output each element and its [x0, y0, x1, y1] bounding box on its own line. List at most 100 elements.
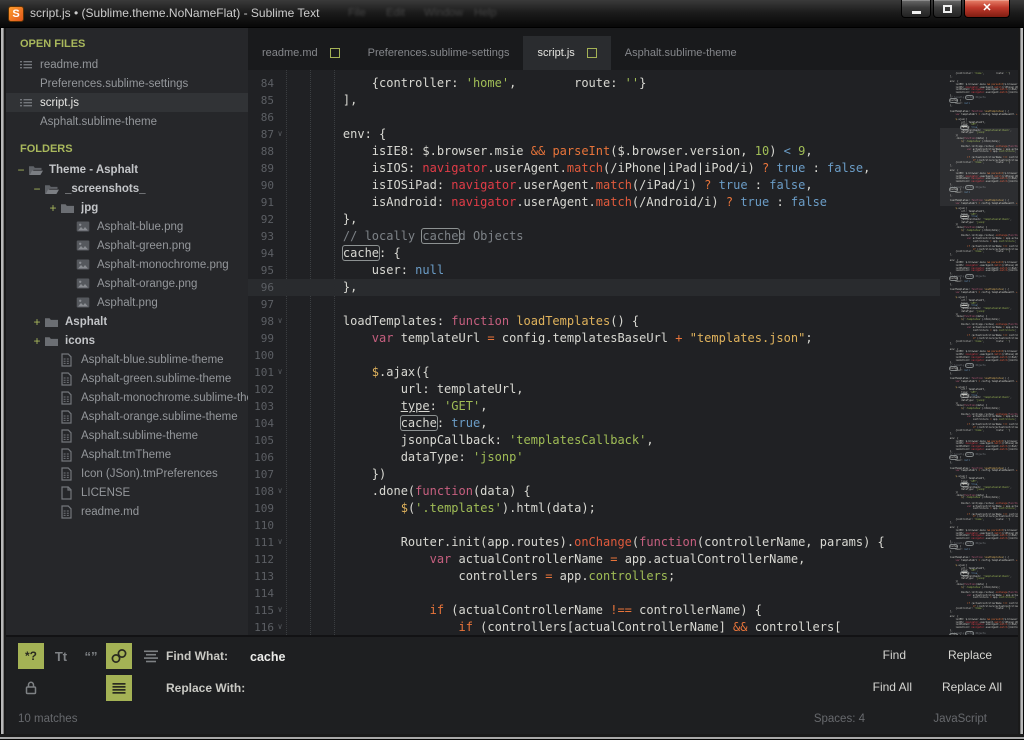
line-number: 94	[260, 247, 274, 260]
highlight-matches-toggle[interactable]	[138, 643, 164, 669]
tab-readme-md[interactable]: readme.md	[248, 36, 354, 70]
open-files-list: readme.md Preferences.sublime-settings scr…	[6, 55, 248, 131]
tree-file-item[interactable]: Asphalt-blue.sublime-theme	[6, 350, 248, 369]
tree-file-item[interactable]: Asphalt.tmTheme	[6, 445, 248, 464]
open-file-item[interactable]: Preferences.sublime-settings	[6, 74, 248, 93]
fold-arrow-icon[interactable]: ∨	[274, 534, 286, 551]
line-number: 91	[260, 196, 274, 209]
tree-file-item[interactable]: Asphalt-orange.png	[6, 274, 248, 293]
preserve-case-toggle[interactable]	[18, 675, 44, 701]
replace-button[interactable]: Replace	[948, 648, 992, 662]
dirty-indicator-icon	[329, 48, 340, 58]
tree-file-item[interactable]: Asphalt.sublime-theme	[6, 426, 248, 445]
code-line-86: 86	[248, 109, 940, 126]
maximize-button[interactable]	[933, 0, 962, 18]
tree-file-item[interactable]: Asphalt.png	[6, 293, 248, 312]
tab-label: script.js	[537, 47, 575, 59]
whole-word-toggle[interactable]: “”	[78, 643, 104, 669]
expand-icon[interactable]: +	[30, 334, 44, 348]
tree-folder-item[interactable]: + Asphalt	[6, 312, 248, 331]
tree-file-item[interactable]: readme.md	[6, 502, 248, 521]
tree-item-label: Asphalt-orange.sublime-theme	[81, 410, 238, 423]
highlight-matches-icon	[144, 650, 158, 662]
doc-icon	[60, 428, 76, 443]
in-selection-icon	[112, 682, 126, 694]
match-count: 10 matches	[18, 713, 78, 725]
tree-item-label: Asphalt-blue.sublime-theme	[81, 353, 224, 366]
find-button[interactable]: Find	[883, 648, 906, 662]
tree-file-item[interactable]: Asphalt-monochrome.png	[6, 255, 248, 274]
tree-file-item[interactable]: Icon (JSon).tmPreferences	[6, 464, 248, 483]
open-file-item[interactable]: script.js	[6, 93, 248, 112]
code-editor[interactable]: 84 {controller: 'home', route: ''} 85 ], 8…	[248, 70, 940, 635]
code-line-88: 88 isIE8: $.browser.msie && parseInt($.b…	[248, 143, 940, 160]
tree-folder-item[interactable]: − Theme - Asphalt	[6, 160, 248, 179]
tree-folder-item[interactable]: + icons	[6, 331, 248, 350]
find-input[interactable]: cache	[242, 646, 802, 668]
image-icon	[76, 220, 92, 233]
tree-item-label: Asphalt-orange.png	[97, 277, 198, 290]
code-line-92: 92 },	[248, 211, 940, 228]
collapse-icon[interactable]: −	[14, 163, 28, 177]
doc-icon	[60, 466, 76, 481]
code-line-104: 104 cache: true,	[248, 415, 940, 432]
tree-file-item[interactable]: Asphalt-monochrome.sublime-theme	[6, 388, 248, 407]
tab-script-js[interactable]: script.js	[523, 36, 611, 70]
minimize-button[interactable]	[901, 0, 931, 18]
syntax-status[interactable]: JavaScript	[933, 713, 987, 725]
fold-arrow-icon[interactable]: ∨	[274, 619, 286, 635]
open-file-item[interactable]: Asphalt.sublime-theme	[6, 112, 248, 131]
expand-icon[interactable]: +	[46, 201, 60, 215]
collapse-icon[interactable]: −	[30, 182, 44, 196]
replace-all-button[interactable]: Replace All	[942, 680, 1002, 694]
open-file-item[interactable]: readme.md	[6, 55, 248, 74]
tree-folder-item[interactable]: − _screenshots_	[6, 179, 248, 198]
case-icon: Tt	[54, 648, 68, 664]
fold-arrow-icon[interactable]: ∨	[274, 483, 286, 500]
code-line-103: 103 type: 'GET',	[248, 398, 940, 415]
find-all-button[interactable]: Find All	[873, 680, 912, 694]
code-line-96: 96 },	[248, 279, 940, 296]
fold-arrow-icon[interactable]: ∨	[274, 126, 286, 143]
line-number: 97	[260, 298, 274, 311]
fold-arrow-icon[interactable]: ∨	[274, 313, 286, 330]
tab-label: Asphalt.sublime-theme	[624, 47, 737, 59]
tree-file-item[interactable]: Asphalt-blue.png	[6, 217, 248, 236]
tree-file-item[interactable]: LICENSE	[6, 483, 248, 502]
tab-preferences-sublime-settings[interactable]: Preferences.sublime-settings	[354, 36, 524, 70]
tree-file-item[interactable]: Asphalt-green.sublime-theme	[6, 369, 248, 388]
minimap[interactable]: {controller: 'home', route: ''} ], env: …	[940, 70, 1018, 635]
indentation-status[interactable]: Spaces: 4	[814, 713, 865, 725]
line-number: 109	[254, 502, 274, 515]
replace-with-label: Replace With:	[166, 681, 246, 695]
wrap-icon	[111, 649, 127, 663]
code-text: {controller: 'home', route: ''}	[314, 76, 647, 90]
titlebar: S script.js • (Sublime.theme.NoNameFlat)…	[0, 0, 1024, 28]
code-text: dataType: 'jsonp'	[314, 450, 524, 464]
case-sensitive-toggle[interactable]: Tt	[48, 643, 74, 669]
tree-file-item[interactable]: Asphalt-orange.sublime-theme	[6, 407, 248, 426]
open-file-label: Asphalt.sublime-theme	[40, 115, 157, 128]
minimap-content: {controller: 'home', route: ''} ], env: …	[944, 250, 1018, 340]
tab-asphalt-sublime-theme[interactable]: Asphalt.sublime-theme	[611, 36, 751, 70]
fold-arrow-icon[interactable]: ∨	[274, 602, 286, 619]
in-selection-toggle[interactable]	[106, 675, 132, 701]
tree-file-item[interactable]: Asphalt-green.png	[6, 236, 248, 255]
replace-input[interactable]	[242, 678, 802, 700]
folder-icon	[44, 334, 60, 348]
fold-arrow-icon[interactable]: ∨	[274, 364, 286, 381]
code-text: ],	[314, 93, 358, 107]
code-line-95: 95 user: null	[248, 262, 940, 279]
wrap-toggle[interactable]	[106, 643, 132, 669]
close-button[interactable]: ✕	[964, 0, 1010, 18]
tree-folder-item[interactable]: + jpg	[6, 198, 248, 217]
regex-toggle[interactable]: *?	[18, 643, 44, 669]
minimap-viewport[interactable]	[940, 128, 1018, 206]
expand-icon[interactable]: +	[30, 315, 44, 329]
